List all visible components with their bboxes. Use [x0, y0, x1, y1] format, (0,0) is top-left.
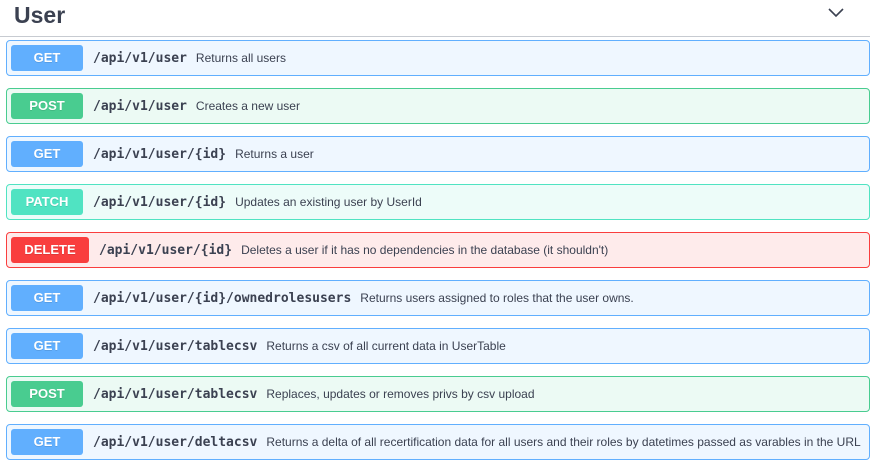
method-badge: GET: [11, 45, 83, 71]
operation-path: /api/v1/user/{id} Deletes a user if it ha…: [99, 233, 608, 268]
method-badge: DELETE: [11, 237, 89, 263]
method-badge: POST: [11, 93, 83, 119]
operation-delete-user-id[interactable]: DELETE /api/v1/user/{id} Deletes a user i…: [6, 232, 870, 268]
operation-get-ownedrolesusers[interactable]: GET /api/v1/user/{id}/ownedrolesusers Ret…: [6, 280, 870, 316]
path-text: /api/v1/user/tablecsv: [93, 387, 258, 402]
operation-summary: Returns a csv of all current data in Use…: [266, 339, 506, 353]
path-text: /api/v1/user: [93, 51, 187, 66]
operation-summary: Returns users assigned to roles that the…: [360, 291, 634, 305]
operation-get-user[interactable]: GET /api/v1/user Returns all users: [6, 40, 870, 76]
operation-path: /api/v1/user/deltacsv Returns a delta of …: [93, 425, 861, 460]
operation-get-user-id[interactable]: GET /api/v1/user/{id} Returns a user: [6, 136, 870, 172]
operation-summary: Returns a user: [235, 147, 314, 161]
method-badge: GET: [11, 141, 83, 167]
method-badge: POST: [11, 381, 83, 407]
path-text: /api/v1/user/{id}: [93, 147, 227, 162]
operation-get-deltacsv[interactable]: GET /api/v1/user/deltacsv Returns a delta…: [6, 424, 870, 460]
operation-path: /api/v1/user Creates a new user: [93, 89, 300, 124]
method-badge: GET: [11, 333, 83, 359]
operation-path: /api/v1/user Returns all users: [93, 41, 286, 76]
method-badge: PATCH: [11, 189, 83, 215]
path-text: /api/v1/user/tablecsv: [93, 339, 258, 354]
operations-list: GET /api/v1/user Returns all users POST /…: [6, 40, 870, 472]
operation-summary: Returns all users: [195, 51, 286, 65]
operation-path: /api/v1/user/tablecsv Replaces, updates o…: [93, 377, 535, 412]
operation-path: /api/v1/user/{id} Updates an existing use…: [93, 185, 422, 220]
operation-summary: Updates an existing user by UserId: [235, 195, 422, 209]
method-badge: GET: [11, 285, 83, 311]
path-text: /api/v1/user/{id}: [93, 195, 227, 210]
operation-post-tablecsv[interactable]: POST /api/v1/user/tablecsv Replaces, upda…: [6, 376, 870, 412]
path-text: /api/v1/user/deltacsv: [93, 435, 258, 450]
operation-get-tablecsv[interactable]: GET /api/v1/user/tablecsv Returns a csv o…: [6, 328, 870, 364]
chevron-down-icon[interactable]: [826, 5, 846, 19]
operation-summary: Creates a new user: [195, 99, 300, 113]
operation-path: /api/v1/user/{id} Returns a user: [93, 137, 314, 172]
user-section-header[interactable]: User: [0, 0, 870, 37]
path-text: /api/v1/user: [93, 99, 187, 114]
operation-post-user[interactable]: POST /api/v1/user Creates a new user: [6, 88, 870, 124]
section-title: User: [14, 2, 66, 28]
operation-patch-user-id[interactable]: PATCH /api/v1/user/{id} Updates an existi…: [6, 184, 870, 220]
operation-path: /api/v1/user/{id}/ownedrolesusers Returns…: [93, 281, 634, 316]
operation-summary: Returns a delta of all recertification d…: [266, 435, 861, 449]
operation-summary: Replaces, updates or removes privs by cs…: [266, 387, 535, 401]
path-text: /api/v1/user/{id}: [99, 243, 233, 258]
operation-path: /api/v1/user/tablecsv Returns a csv of al…: [93, 329, 506, 364]
operation-summary: Deletes a user if it has no dependencies…: [241, 243, 609, 257]
path-text: /api/v1/user/{id}/ownedrolesusers: [93, 291, 352, 306]
method-badge: GET: [11, 429, 83, 455]
